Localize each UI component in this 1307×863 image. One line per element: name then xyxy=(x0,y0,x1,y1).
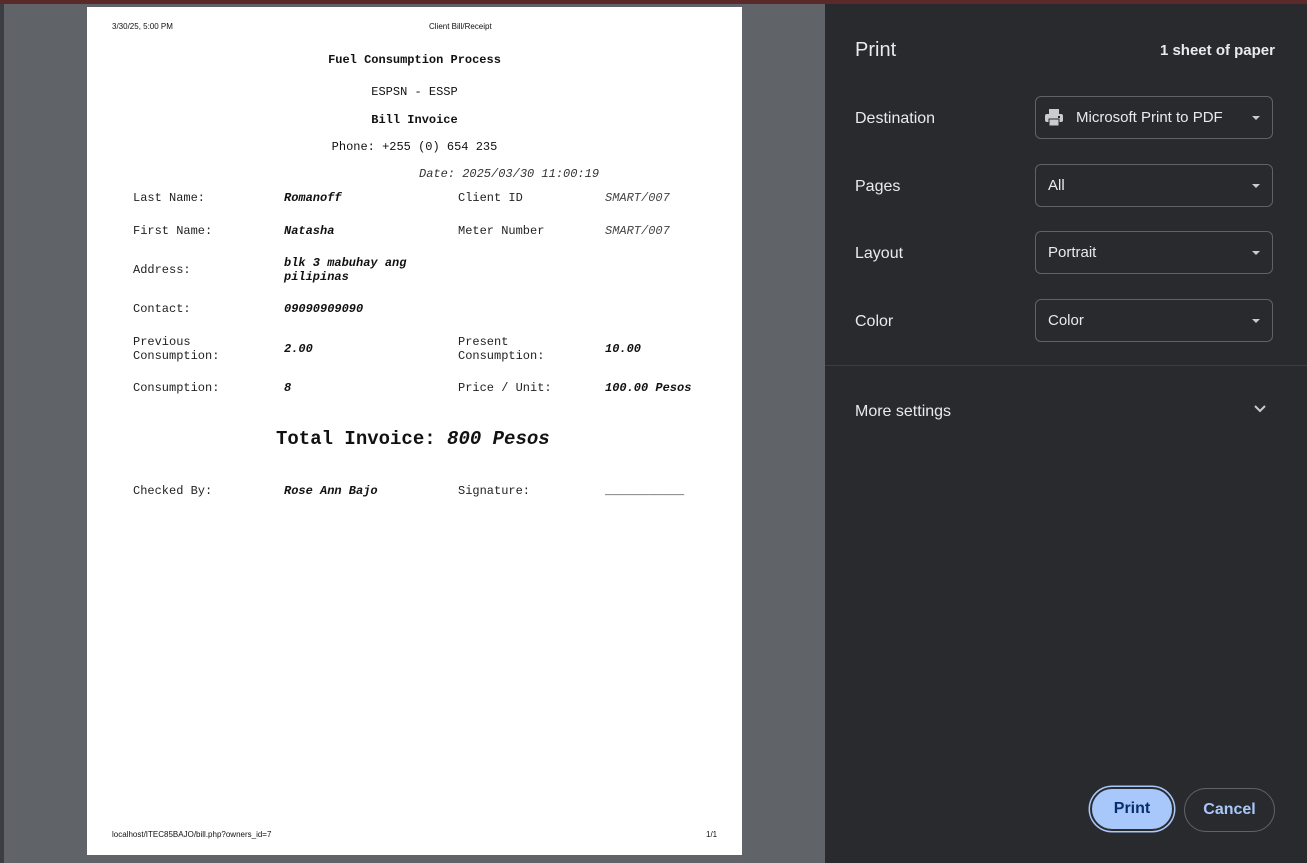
last-name-value: Romanoff xyxy=(284,191,342,205)
more-settings-toggle[interactable]: More settings xyxy=(855,403,951,421)
settings-divider xyxy=(825,365,1307,366)
invoice-doc-type: Bill Invoice xyxy=(371,113,458,127)
consumption-value: 8 xyxy=(284,381,292,395)
pages-value: All xyxy=(1048,177,1065,194)
cancel-button[interactable]: Cancel xyxy=(1184,788,1275,832)
layout-value: Portrait xyxy=(1048,244,1097,261)
invoice-date: Date: 2025/03/30 11:00:19 xyxy=(419,167,600,181)
meter-value: SMART/007 xyxy=(605,224,670,238)
invoice-org: ESPSN - ESSP xyxy=(371,85,458,99)
pages-select[interactable]: All xyxy=(1035,164,1273,207)
layout-label: Layout xyxy=(855,245,904,262)
layout-select[interactable]: Portrait xyxy=(1035,231,1273,274)
page-footer-count: 1/1 xyxy=(706,830,718,839)
color-value: Color xyxy=(1048,312,1084,329)
client-id-label: Client ID xyxy=(458,191,523,205)
destination-value: Microsoft Print to PDF xyxy=(1076,109,1223,126)
present-value: 10.00 xyxy=(605,342,642,356)
color-select[interactable]: Color xyxy=(1035,299,1273,342)
pages-label: Pages xyxy=(855,178,901,195)
preview-page: 3/30/25, 5:00 PM Client Bill/Receipt Fue… xyxy=(87,7,742,855)
price-value: 100.00 Pesos xyxy=(605,381,692,395)
caret-down-icon xyxy=(1252,184,1260,188)
page-footer-url: localhost/ITEC85BAJO/bill.php?owners_id=… xyxy=(112,830,272,839)
total-label: Total Invoice: xyxy=(276,428,436,450)
client-id-value: SMART/007 xyxy=(605,191,670,205)
page-header-datetime: 3/30/25, 5:00 PM xyxy=(112,22,173,31)
checked-by-value: Rose Ann Bajo xyxy=(284,484,378,498)
consumption-label: Consumption: xyxy=(133,381,220,395)
previous-value: 2.00 xyxy=(284,342,313,356)
last-name-label: Last Name: xyxy=(133,191,206,205)
signature-label: Signature: xyxy=(458,484,531,498)
print-settings-panel: Print 1 sheet of paper Destination Micro… xyxy=(825,4,1307,863)
preview-left-edge xyxy=(0,4,4,863)
destination-label: Destination xyxy=(855,110,936,127)
contact-label: Contact: xyxy=(133,302,191,316)
address-label: Address: xyxy=(133,263,191,277)
previous-label-line2: Consumption: xyxy=(133,349,220,363)
present-label-line1: Present xyxy=(458,335,509,349)
total-invoice: Total Invoice: 800 Pesos xyxy=(276,428,550,450)
first-name-label: First Name: xyxy=(133,224,213,238)
print-title: Print xyxy=(855,39,897,61)
contact-value: 09090909090 xyxy=(284,302,364,316)
caret-down-icon xyxy=(1252,251,1260,255)
caret-down-icon xyxy=(1252,116,1260,120)
destination-select[interactable]: Microsoft Print to PDF xyxy=(1035,96,1273,139)
checked-by-label: Checked By: xyxy=(133,484,213,498)
present-label-line2: Consumption: xyxy=(458,349,545,363)
first-name-value: Natasha xyxy=(284,224,335,238)
signature-line: ___________ xyxy=(605,484,685,498)
chevron-down-icon[interactable] xyxy=(1253,402,1267,416)
price-label: Price / Unit: xyxy=(458,381,552,395)
color-label: Color xyxy=(855,313,894,330)
meter-label: Meter Number xyxy=(458,224,545,238)
address-line2: pilipinas xyxy=(284,270,349,284)
page-header-title: Client Bill/Receipt xyxy=(429,22,492,31)
invoice-phone: Phone: +255 (0) 654 235 xyxy=(331,140,498,154)
invoice-title: Fuel Consumption Process xyxy=(328,53,501,67)
sheet-count: 1 sheet of paper xyxy=(1159,42,1275,59)
caret-down-icon xyxy=(1252,319,1260,323)
print-button[interactable]: Print xyxy=(1090,787,1174,831)
address-line1: blk 3 mabuhay ang xyxy=(284,256,407,270)
printer-icon xyxy=(1044,109,1064,127)
total-value: 800 Pesos xyxy=(447,428,550,450)
previous-label-line1: Previous xyxy=(133,335,191,349)
